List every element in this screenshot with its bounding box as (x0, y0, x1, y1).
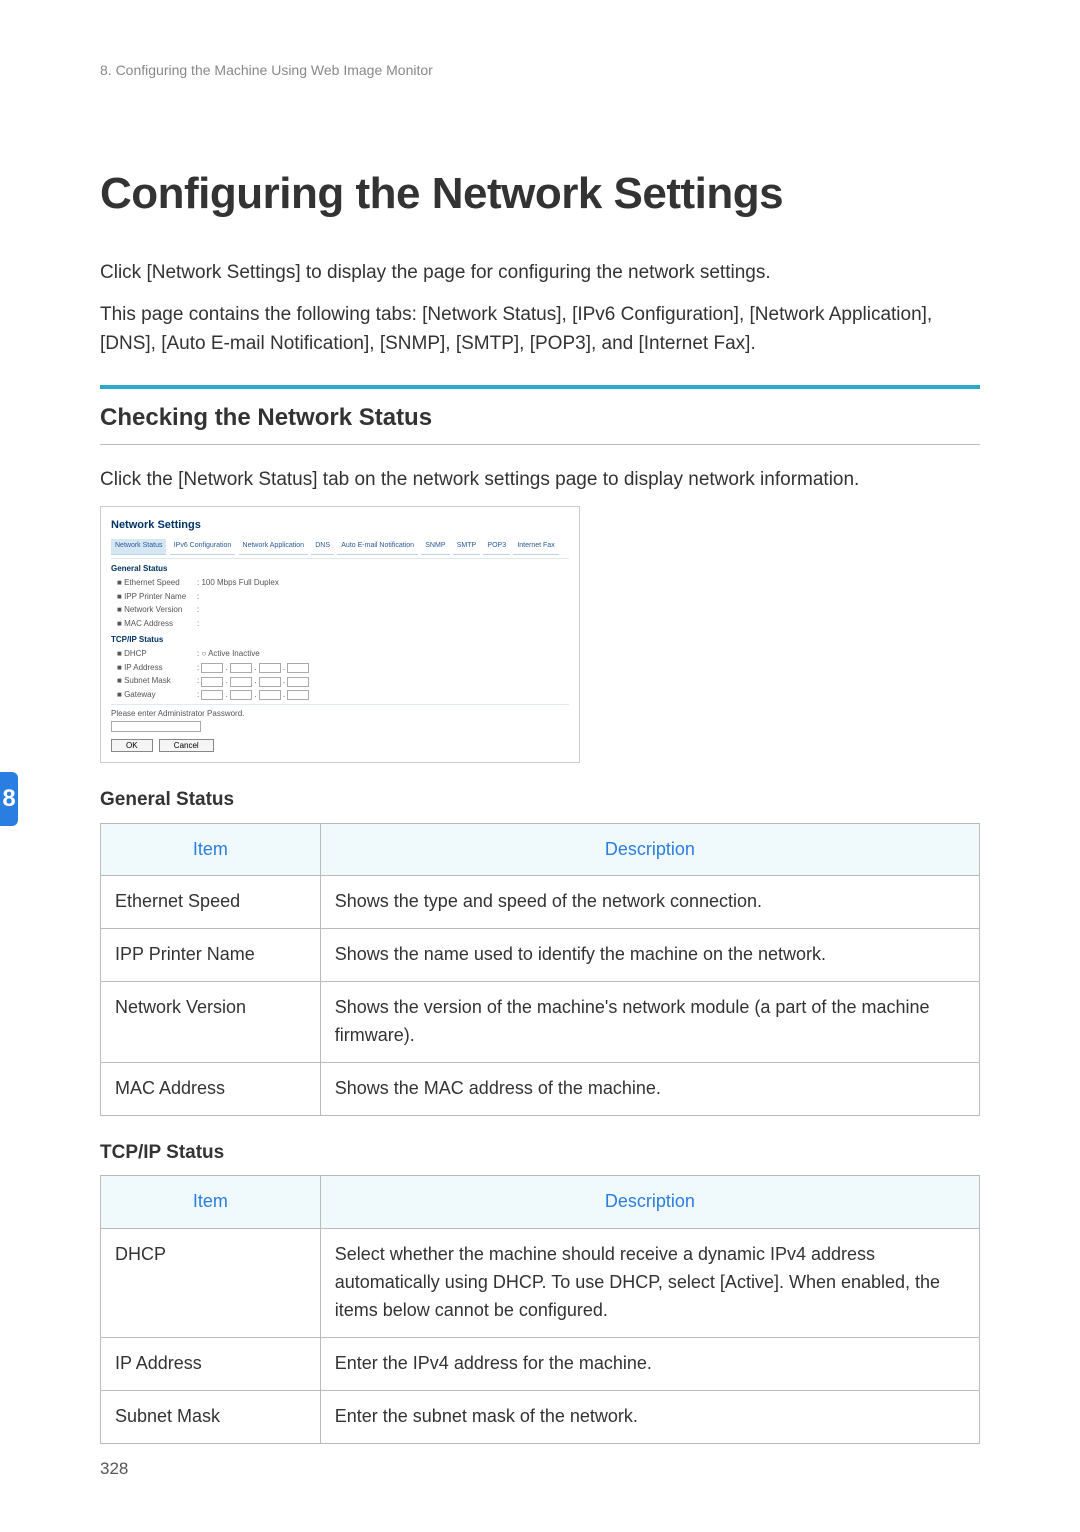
shot-row-dhcp: ■ DHCP: ○ Active Inactive (117, 648, 569, 660)
cell-desc: Enter the IPv4 address for the machine. (320, 1337, 979, 1390)
shot-row-network-version: ■ Network Version: (117, 604, 569, 616)
page-title: Configuring the Network Settings (100, 160, 980, 228)
tcpip-status-table: Item Description DHCPSelect whether the … (100, 1175, 980, 1443)
section-heading-checking-network-status: Checking the Network Status (100, 385, 980, 445)
shot-row-mac-address: ■ MAC Address: (117, 618, 569, 630)
network-settings-screenshot: Network Settings Network Status IPv6 Con… (100, 506, 580, 763)
shot-row-ipp-printer-name: ■ IPP Printer Name: (117, 591, 569, 603)
shot-tab-network-status: Network Status (111, 539, 166, 555)
col-item: Item (101, 1176, 321, 1229)
shot-cancel-button: Cancel (159, 739, 214, 752)
cell-desc: Shows the type and speed of the network … (320, 876, 979, 929)
table2-heading: TCP/IP Status (100, 1138, 980, 1167)
table1-heading: General Status (100, 785, 980, 814)
shot-password-prompt: Please enter Administrator Password. (111, 708, 569, 720)
table-row: DHCPSelect whether the machine should re… (101, 1229, 980, 1338)
shot-tab-internet-fax: Internet Fax (513, 539, 558, 555)
cell-desc: Shows the MAC address of the machine. (320, 1062, 979, 1115)
shot-tab-snmp: SNMP (421, 539, 449, 555)
shot-password-input (111, 721, 201, 732)
shot-tab-dns: DNS (311, 539, 334, 555)
shot-ok-button: OK (111, 739, 153, 752)
shot-title: Network Settings (111, 517, 569, 534)
table-row: Subnet MaskEnter the subnet mask of the … (101, 1390, 980, 1443)
col-desc: Description (320, 823, 979, 876)
shot-tab-pop3: POP3 (483, 539, 510, 555)
general-status-table: Item Description Ethernet SpeedShows the… (100, 823, 980, 1116)
table-row: Network VersionShows the version of the … (101, 982, 980, 1063)
cell-desc: Shows the name used to identify the mach… (320, 929, 979, 982)
shot-tabs: Network Status IPv6 Configuration Networ… (111, 539, 569, 555)
chapter-header: 8. Configuring the Machine Using Web Ima… (100, 60, 433, 82)
cell-item: Ethernet Speed (101, 876, 321, 929)
chapter-side-tab: 8 (0, 772, 18, 826)
shot-group-tcpip-status: TCP/IP Status (111, 634, 569, 646)
shot-row-ip-address: ■ IP Address: . . . (117, 662, 569, 674)
page-number: 328 (100, 1456, 128, 1482)
shot-group-general-status: General Status (111, 563, 569, 575)
cell-item: DHCP (101, 1229, 321, 1338)
cell-item: Subnet Mask (101, 1390, 321, 1443)
shot-row-ethernet-speed: ■ Ethernet Speed: 100 Mbps Full Duplex (117, 577, 569, 589)
intro-para-1: Click [Network Settings] to display the … (100, 258, 980, 287)
shot-tab-ipv6: IPv6 Configuration (170, 539, 236, 555)
cell-item: Network Version (101, 982, 321, 1063)
cell-item: MAC Address (101, 1062, 321, 1115)
shot-tab-smtp: SMTP (453, 539, 480, 555)
table-row: Ethernet SpeedShows the type and speed o… (101, 876, 980, 929)
intro-para-2: This page contains the following tabs: [… (100, 300, 980, 359)
shot-row-subnet-mask: ■ Subnet Mask: . . . (117, 675, 569, 687)
table-row: MAC AddressShows the MAC address of the … (101, 1062, 980, 1115)
cell-item: IPP Printer Name (101, 929, 321, 982)
col-item: Item (101, 823, 321, 876)
section1-intro: Click the [Network Status] tab on the ne… (100, 465, 980, 494)
cell-desc: Shows the version of the machine's netwo… (320, 982, 979, 1063)
shot-tab-network-application: Network Application (239, 539, 308, 555)
cell-item: IP Address (101, 1337, 321, 1390)
shot-row-gateway: ■ Gateway: . . . (117, 689, 569, 701)
cell-desc: Select whether the machine should receiv… (320, 1229, 979, 1338)
col-desc: Description (320, 1176, 979, 1229)
shot-tab-auto-email: Auto E-mail Notification (337, 539, 418, 555)
table-row: IPP Printer NameShows the name used to i… (101, 929, 980, 982)
cell-desc: Enter the subnet mask of the network. (320, 1390, 979, 1443)
table-row: IP AddressEnter the IPv4 address for the… (101, 1337, 980, 1390)
